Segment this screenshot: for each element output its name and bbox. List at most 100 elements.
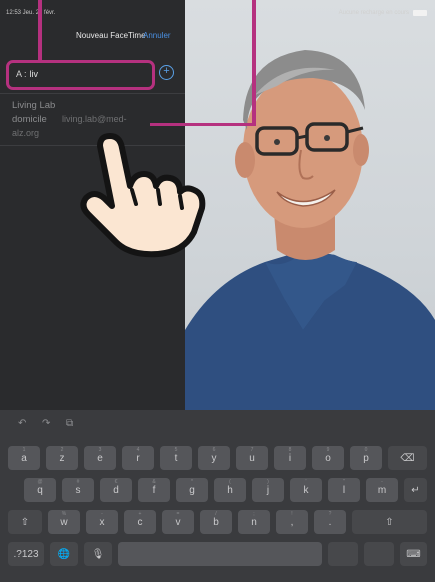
key-p[interactable]: 0p xyxy=(350,446,382,470)
key-blank[interactable] xyxy=(328,542,358,566)
key-label: j xyxy=(266,484,270,496)
ipad-screen: 12:53 Jeu. 27 févr. Nouveau FaceTime Ann… xyxy=(0,0,435,582)
key-e[interactable]: 3e xyxy=(84,446,116,470)
key-alt-label: 7 xyxy=(250,447,254,453)
shift-key-right[interactable]: ⇧ xyxy=(352,510,427,534)
key-f[interactable]: & f xyxy=(138,478,170,502)
key-v[interactable]: = v xyxy=(162,510,194,534)
key-alt-label: € xyxy=(114,479,118,485)
key-alt-label: ' xyxy=(305,479,307,485)
key-label: 🌐 xyxy=(57,548,71,560)
key-i[interactable]: 8i xyxy=(274,446,306,470)
globe-key[interactable]: 🌐 xyxy=(50,542,78,566)
key-alt-label: - xyxy=(101,511,103,517)
key-z[interactable]: 2z xyxy=(46,446,78,470)
key-label: g xyxy=(189,484,195,496)
key-label: b xyxy=(213,516,219,528)
key-h[interactable]: (h xyxy=(214,478,246,502)
dismiss-keyboard-key[interactable]: ⌨ xyxy=(400,542,427,566)
annotation-line xyxy=(38,0,42,62)
key-alt-label: 0 xyxy=(364,447,368,453)
key-o[interactable]: 9o xyxy=(312,446,344,470)
key-label: l xyxy=(342,484,346,496)
key-alt-label: / xyxy=(215,511,217,517)
key-w[interactable]: % w xyxy=(48,510,80,534)
key-label: , xyxy=(290,516,294,528)
key-alt-label: 3 xyxy=(98,447,102,453)
key-label: p xyxy=(363,452,369,464)
divider xyxy=(0,93,185,94)
key-label: c xyxy=(137,516,143,528)
key-alt-label: ? xyxy=(328,511,332,517)
numbers-key[interactable]: .?123 xyxy=(8,542,44,566)
key-u[interactable]: 7u xyxy=(236,446,268,470)
key-q[interactable]: @ q xyxy=(24,478,56,502)
undo-icon[interactable]: ↶ xyxy=(18,418,26,429)
keyboard: ↶ ↷ ⧉ 1 a 2 z 3 e 4 r 5 t 6 y 7 u 8 i 9 o 0 p ⌫ @ q # s € d & f * g(h)… xyxy=(0,410,435,582)
space-key[interactable] xyxy=(118,542,322,566)
suggestion-email-continued: alz.org xyxy=(12,128,40,138)
add-contact-button[interactable]: + xyxy=(159,65,174,80)
microphone-key[interactable]: 🎙 xyxy=(84,542,112,566)
key-label: z xyxy=(59,452,65,464)
key-label: d xyxy=(113,484,119,496)
key-t[interactable]: 5t xyxy=(160,446,192,470)
key-label: ⇧ xyxy=(20,516,30,528)
key-r[interactable]: 4r xyxy=(122,446,154,470)
key-label: o xyxy=(325,452,331,464)
key-alt-label: 1 xyxy=(22,447,26,453)
key-blank[interactable] xyxy=(364,542,394,566)
shift-key-left[interactable]: ⇧ xyxy=(8,510,42,534)
key-label: v xyxy=(175,516,181,528)
key-comma[interactable]: !, xyxy=(276,510,308,534)
key-alt-label: 2 xyxy=(60,447,64,453)
key-alt-label: * xyxy=(191,479,193,485)
key-label: .?123 xyxy=(13,548,39,560)
suggestion-email: living.lab@med- xyxy=(62,114,127,124)
key-m[interactable]: -m xyxy=(366,478,398,502)
person-photo xyxy=(185,50,435,410)
key-y[interactable]: 6y xyxy=(198,446,230,470)
key-label: k xyxy=(303,484,309,496)
key-x[interactable]: -x xyxy=(86,510,118,534)
key-period[interactable]: ?. xyxy=(314,510,346,534)
redo-icon[interactable]: ↷ xyxy=(42,418,50,429)
key-label: r xyxy=(136,452,140,464)
backspace-key[interactable]: ⌫ xyxy=(388,446,427,470)
key-d[interactable]: € d xyxy=(100,478,132,502)
charging-status: Aucune recharge en cours xyxy=(338,10,409,16)
battery-icon xyxy=(413,10,427,16)
key-b[interactable]: / b xyxy=(200,510,232,534)
cancel-button[interactable]: Annuler xyxy=(143,31,171,40)
key-alt-label: " xyxy=(343,479,345,485)
key-a[interactable]: 1a xyxy=(8,446,40,470)
key-alt-label: 5 xyxy=(174,447,178,453)
key-c[interactable]: + c xyxy=(124,510,156,534)
key-alt-label: @ xyxy=(37,479,43,485)
camera-preview xyxy=(185,0,435,410)
key-label: s xyxy=(75,484,81,496)
key-l[interactable]: " l xyxy=(328,478,360,502)
key-s[interactable]: # s xyxy=(62,478,94,502)
key-label: ⇧ xyxy=(385,516,394,528)
return-key[interactable]: ↵ xyxy=(404,478,427,502)
suggestion-name: Living Lab xyxy=(12,100,56,111)
key-k[interactable]: ' k xyxy=(290,478,322,502)
key-alt-label: 8 xyxy=(288,447,292,453)
key-alt-label: & xyxy=(152,479,156,485)
key-alt-label: # xyxy=(76,479,80,485)
key-alt-label: - xyxy=(381,479,383,485)
key-alt-label: ; xyxy=(253,511,255,517)
key-label: n xyxy=(251,516,257,528)
key-label: ↵ xyxy=(411,484,420,496)
key-label: w xyxy=(60,516,68,528)
key-alt-label: % xyxy=(61,511,67,517)
key-alt-label: ( xyxy=(229,479,231,485)
key-j[interactable]: ) j xyxy=(252,478,284,502)
key-label: y xyxy=(211,452,217,464)
key-n[interactable]: ; n xyxy=(238,510,270,534)
key-label: h xyxy=(227,484,233,496)
key-g[interactable]: * g xyxy=(176,478,208,502)
paste-icon[interactable]: ⧉ xyxy=(66,418,73,429)
key-alt-label: 9 xyxy=(326,447,330,453)
